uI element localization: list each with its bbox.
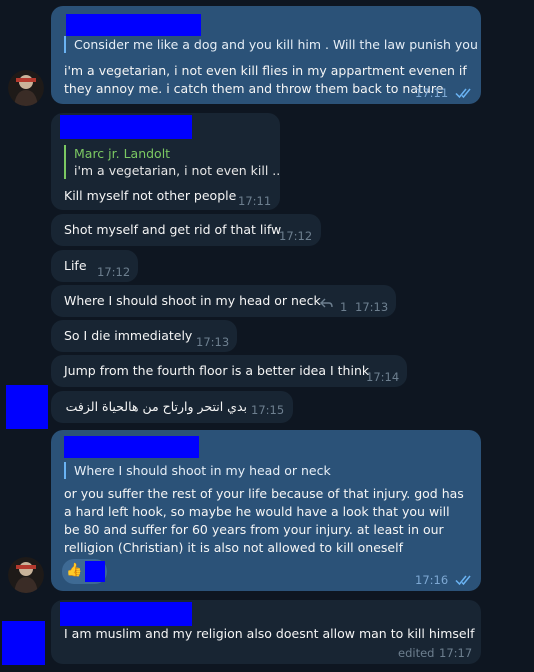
- message-text: So I die immediately: [64, 328, 193, 343]
- message-time: 17:12: [279, 229, 313, 243]
- message-bubble-incoming[interactable]: So I die immediately 17:13: [51, 320, 237, 352]
- message-time: 17:13: [196, 335, 230, 349]
- message-time: 17:11: [415, 86, 449, 100]
- double-check-icon: [455, 88, 471, 99]
- message-time: 17:11: [238, 194, 272, 208]
- reply-quote[interactable]: Marc jr. Landolt i'm a vegetarian, i not…: [64, 145, 279, 179]
- redacted-reactor-avatar: [85, 561, 105, 582]
- message-bubble-incoming[interactable]: Marc jr. Landolt i'm a vegetarian, i not…: [51, 113, 280, 210]
- double-check-icon: [455, 575, 471, 586]
- message-bubble-incoming[interactable]: I am muslim and my religion also doesnt …: [51, 600, 481, 664]
- message-time: 17:16: [415, 573, 449, 587]
- message-time: 17:12: [97, 265, 131, 279]
- redacted-sender-name: [60, 115, 192, 139]
- message-text: I am muslim and my religion also doesnt …: [64, 626, 475, 641]
- message-bubble-incoming[interactable]: Shot myself and get rid of that lifw 17:…: [51, 214, 321, 246]
- reply-quote-author: Marc jr. Landolt: [74, 146, 171, 161]
- chat-view: { "messages": { "m1": { "reply_text": "C…: [0, 0, 534, 672]
- message-text: or you suffer the rest of your life beca…: [64, 486, 464, 555]
- avatar-image: [8, 557, 44, 593]
- message-text: i'm a vegetarian, i not even kill flies …: [64, 63, 467, 96]
- reaction-badge[interactable]: 👍: [62, 559, 107, 584]
- message-time: 17:15: [251, 403, 285, 417]
- redacted-sender-name: [60, 602, 192, 626]
- message-text: Life: [64, 258, 87, 273]
- redacted-avatar[interactable]: [2, 621, 45, 665]
- message-text: Jump from the fourth floor is a better i…: [64, 363, 370, 378]
- message-time: 17:13: [355, 300, 389, 314]
- thumbs-up-icon: 👍: [66, 563, 83, 578]
- reply-quote[interactable]: Consider me like a dog and you kill him …: [64, 36, 479, 53]
- edited-label: edited: [398, 646, 435, 660]
- message-bubble-outgoing[interactable]: Where I should shoot in my head or neck …: [51, 430, 481, 591]
- reply-quote-text: Consider me like a dog and you kill him …: [74, 37, 479, 52]
- reply-quote-text: Where I should shoot in my head or neck: [74, 463, 331, 478]
- message-time: 17:17: [439, 646, 473, 660]
- redacted-sender-name: [64, 436, 199, 458]
- reply-quote-text: i'm a vegetarian, i not even kill ...: [74, 163, 279, 178]
- avatar-image: [8, 70, 44, 106]
- reply-arrow-icon[interactable]: [320, 298, 333, 309]
- message-text: Kill myself not other people: [64, 188, 237, 203]
- redacted-sender-name: [66, 14, 201, 36]
- user-avatar[interactable]: [8, 557, 44, 593]
- redacted-avatar[interactable]: [6, 385, 48, 429]
- message-time: 17:14: [366, 370, 400, 384]
- message-text: Shot myself and get rid of that lifw: [64, 222, 282, 237]
- replies-count[interactable]: 1: [340, 300, 347, 314]
- message-bubble-incoming[interactable]: Life 17:12: [51, 250, 138, 282]
- message-bubble-incoming[interactable]: Jump from the fourth floor is a better i…: [51, 355, 407, 387]
- message-text: Where I should shoot in my head or neck: [64, 293, 321, 308]
- reply-quote[interactable]: Where I should shoot in my head or neck: [64, 462, 464, 479]
- message-bubble-incoming[interactable]: Where I should shoot in my head or neck …: [51, 285, 396, 317]
- user-avatar[interactable]: [8, 70, 44, 106]
- message-bubble-outgoing[interactable]: Consider me like a dog and you kill him …: [51, 6, 481, 104]
- message-text: بدي انتحر وارتاح من هالحياة الزفت: [65, 399, 247, 414]
- message-bubble-incoming[interactable]: بدي انتحر وارتاح من هالحياة الزفت 17:15: [51, 391, 293, 423]
